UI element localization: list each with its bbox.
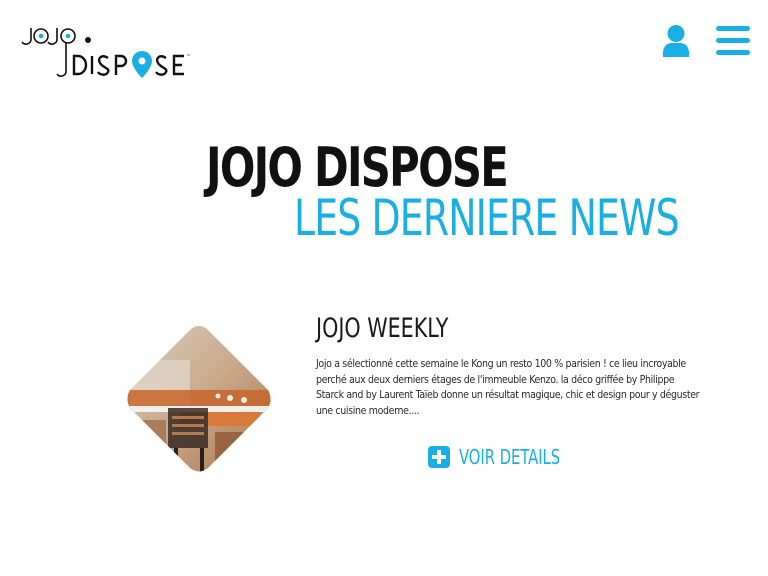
article-thumbnail[interactable] (120, 320, 278, 478)
plus-icon (428, 446, 450, 468)
article-excerpt: Jojo a sélectionné cette semaine le Kong… (316, 358, 700, 417)
svg-text:™: ™ (186, 54, 191, 60)
page-subtitle: LES DERNIERE NEWS (294, 189, 680, 247)
hamburger-menu-icon (716, 26, 750, 31)
user-icon (662, 25, 690, 57)
article-title: JOJO WEEKLY (316, 313, 449, 344)
logo-graphic: ™ (21, 28, 191, 78)
view-details-button[interactable]: VOIR DETAILS (428, 444, 582, 470)
restaurant-photo (127, 326, 271, 472)
view-details-label: VOIR DETAILS (459, 445, 561, 469)
menu-button[interactable] (716, 25, 750, 55)
logo[interactable]: ™ (21, 24, 194, 80)
user-account-button[interactable] (660, 24, 692, 58)
